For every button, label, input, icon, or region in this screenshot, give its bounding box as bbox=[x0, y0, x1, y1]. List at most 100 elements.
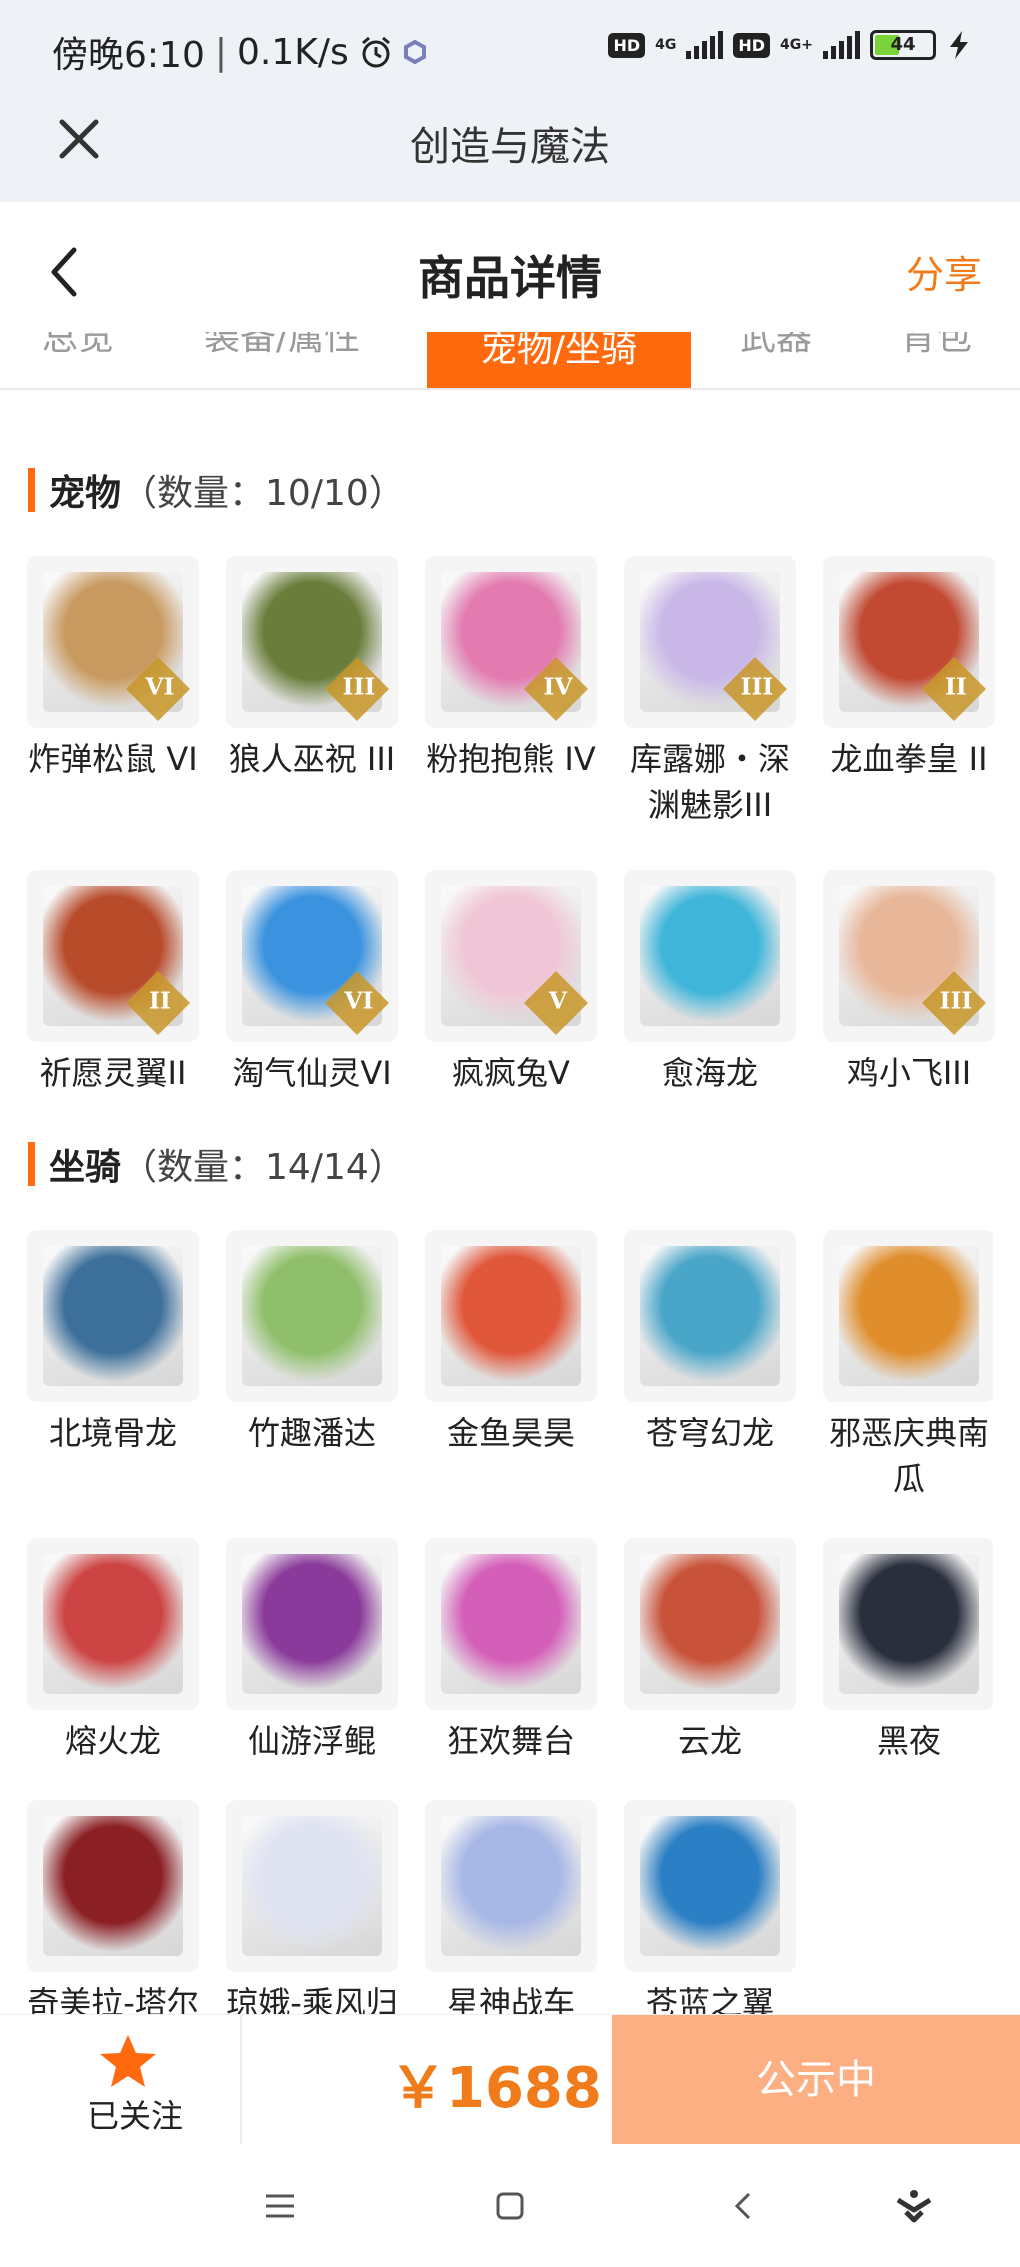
pets-name: 库露娜・深渊魅影III bbox=[629, 740, 790, 824]
mounts-item[interactable]: 北境骨龙 bbox=[27, 1230, 199, 1502]
mounts-count: （数量：14/14） bbox=[121, 1147, 405, 1188]
mounts-thumbnail bbox=[624, 1800, 796, 1972]
home-icon[interactable] bbox=[488, 2184, 532, 2228]
clock-time: 傍晚6:10 bbox=[52, 35, 205, 76]
mounts-item[interactable]: 竹趣潘达 bbox=[226, 1230, 398, 1502]
pets-item[interactable]: 愈海龙 bbox=[624, 870, 796, 1096]
mounts-section-title: 坐骑 （数量：14/14） bbox=[28, 1138, 405, 1190]
section-accent-bar bbox=[28, 468, 35, 512]
mounts-artwork bbox=[640, 1554, 780, 1694]
mounts-name: 云龙 bbox=[677, 1722, 742, 1760]
tab-overview[interactable]: 总览 bbox=[42, 332, 114, 360]
follow-button[interactable]: 已关注 bbox=[30, 2015, 242, 2145]
price: ￥1688 bbox=[390, 2056, 602, 2121]
pets-name: 祈愿灵翼II bbox=[39, 1054, 187, 1092]
signal-icon bbox=[686, 31, 724, 59]
mounts-artwork bbox=[242, 1554, 382, 1694]
tier-badge-text: IV bbox=[543, 673, 573, 701]
battery-level: 44 bbox=[890, 34, 916, 55]
pets-thumbnail: V bbox=[425, 870, 597, 1042]
mounts-thumbnail bbox=[27, 1800, 199, 1972]
mounts-item[interactable]: 琼娥-乘风归 bbox=[226, 1800, 398, 2014]
mounts-item[interactable]: 金鱼昊昊 bbox=[425, 1230, 597, 1502]
tier-badge-text: VI bbox=[344, 987, 374, 1015]
pets-item[interactable]: II 祈愿灵翼II bbox=[27, 870, 199, 1096]
pets-count: （数量：10/10） bbox=[121, 473, 405, 514]
app-title-bar: 创造与魔法 bbox=[0, 100, 1020, 202]
battery-icon: 44 bbox=[870, 30, 936, 60]
mounts-title: 坐骑 bbox=[49, 1147, 122, 1188]
tab-pets-mounts[interactable]: 宠物/坐骑 bbox=[427, 332, 691, 388]
mounts-thumbnail bbox=[823, 1538, 993, 1710]
tab-backpack[interactable]: 背包 bbox=[900, 332, 972, 360]
pets-artwork bbox=[640, 886, 780, 1026]
pets-item[interactable]: VI 淘气仙灵VI bbox=[226, 870, 398, 1096]
tab-bar: 总览 装备/属性 宠物/坐骑 武器 背包 bbox=[0, 332, 1020, 390]
mounts-thumbnail bbox=[823, 1230, 993, 1402]
pets-thumbnail: VI bbox=[27, 556, 199, 728]
tier-badge-text: III bbox=[342, 673, 376, 701]
mounts-name: 琼娥-乘风归 bbox=[226, 1984, 398, 2014]
tab-equipment[interactable]: 装备/属性 bbox=[204, 332, 360, 360]
mounts-thumbnail bbox=[27, 1230, 199, 1402]
mounts-artwork bbox=[242, 1246, 382, 1386]
mounts-item[interactable]: 熔火龙 bbox=[27, 1538, 199, 1764]
mounts-item[interactable]: 云龙 bbox=[624, 1538, 796, 1764]
mounts-item[interactable]: 奇美拉-塔尔诺斯 bbox=[27, 1800, 199, 2014]
app-notification-icon bbox=[403, 40, 426, 64]
mounts-name: 狂欢舞台 bbox=[446, 1722, 575, 1760]
mounts-item[interactable]: 星神战车 bbox=[425, 1800, 597, 2014]
pets-name: 龙血拳皇 II bbox=[830, 740, 988, 778]
mounts-artwork bbox=[839, 1554, 979, 1694]
mounts-artwork bbox=[43, 1816, 183, 1956]
pets-item[interactable]: IV 粉抱抱熊 IV bbox=[425, 556, 597, 828]
follow-label: 已关注 bbox=[86, 2097, 183, 2135]
mounts-item[interactable]: 黑夜 bbox=[823, 1538, 993, 1764]
mounts-name: 黑夜 bbox=[876, 1722, 941, 1760]
mounts-artwork bbox=[441, 1816, 581, 1956]
menu-icon[interactable] bbox=[258, 2184, 302, 2228]
mounts-item[interactable]: 狂欢舞台 bbox=[425, 1538, 597, 1764]
pets-item[interactable]: II 龙血拳皇 II bbox=[823, 556, 995, 828]
pets-name: 淘气仙灵VI bbox=[232, 1054, 392, 1092]
system-status-bar: 傍晚6:10 | 0.1K/s HD 4G HD 4G+ 44 bbox=[0, 0, 1020, 100]
pets-item[interactable]: III 狼人巫祝 III bbox=[226, 556, 398, 828]
mounts-artwork bbox=[640, 1816, 780, 1956]
mounts-item[interactable]: 仙游浮鲲 bbox=[226, 1538, 398, 1764]
charging-icon bbox=[950, 31, 968, 59]
mounts-grid: 北境骨龙 竹趣潘达 金鱼昊昊 苍穹幻龙 邪恶庆典南瓜熔火龙 仙游浮鲲 狂欢舞台 云龙 黑夜奇美拉… bbox=[27, 1230, 993, 2014]
mounts-name: 竹趣潘达 bbox=[247, 1414, 376, 1452]
mounts-thumbnail bbox=[425, 1230, 597, 1402]
mounts-thumbnail bbox=[226, 1230, 398, 1402]
mounts-thumbnail bbox=[624, 1538, 796, 1710]
pets-item[interactable]: VI 炸弹松鼠 VI bbox=[27, 556, 199, 828]
status-divider: | bbox=[214, 31, 227, 73]
pets-thumbnail: II bbox=[823, 556, 995, 728]
hd-badge-2: HD bbox=[733, 32, 771, 58]
pets-thumbnail: II bbox=[27, 870, 199, 1042]
mounts-item[interactable]: 苍穹幻龙 bbox=[624, 1230, 796, 1502]
app-title: 创造与魔法 bbox=[410, 124, 610, 170]
mounts-item[interactable]: 邪恶庆典南瓜 bbox=[823, 1230, 993, 1502]
share-button[interactable]: 分享 bbox=[906, 244, 982, 299]
pets-item[interactable]: III 库露娜・深渊魅影III bbox=[624, 556, 796, 828]
mounts-item[interactable]: 苍蓝之翼 bbox=[624, 1800, 796, 2014]
tier-badge-text: II bbox=[944, 673, 967, 701]
back-nav-icon[interactable] bbox=[722, 2184, 766, 2228]
pets-thumbnail: III bbox=[226, 556, 398, 728]
pets-title: 宠物 bbox=[49, 473, 122, 514]
pets-item[interactable]: III 鸡小飞III bbox=[823, 870, 995, 1096]
status-left: 傍晚6:10 | 0.1K/s bbox=[52, 26, 427, 78]
pets-name: 粉抱抱熊 IV bbox=[426, 740, 596, 778]
network-type: 4G bbox=[655, 37, 677, 53]
mounts-name: 北境骨龙 bbox=[48, 1414, 177, 1452]
tab-weapons[interactable]: 武器 bbox=[740, 332, 812, 360]
pets-item[interactable]: V 疯疯兔V bbox=[425, 870, 597, 1096]
mounts-artwork bbox=[441, 1246, 581, 1386]
assistant-icon[interactable] bbox=[892, 2184, 936, 2228]
public-notice-button[interactable]: 公示中 bbox=[612, 2015, 1020, 2145]
mounts-artwork bbox=[242, 1816, 382, 1956]
tier-badge-text: III bbox=[939, 987, 973, 1015]
signal-icon-2 bbox=[823, 31, 860, 59]
pets-grid: VI 炸弹松鼠 VI III 狼人巫祝 III IV 粉抱抱熊 IV III 库露娜・深渊魅影… bbox=[27, 556, 995, 1096]
